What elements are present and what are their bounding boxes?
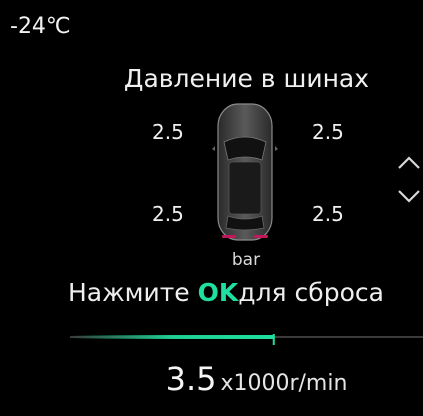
front-left-pressure: 2.5 <box>152 120 184 144</box>
front-right-pressure: 2.5 <box>312 120 344 144</box>
tpms-title: Давление в шинах <box>123 64 370 93</box>
rpm-readout: 3.5 x1000r/min <box>0 360 423 398</box>
chevron-down-icon[interactable] <box>396 186 422 206</box>
rpm-value: 3.5 <box>165 360 217 398</box>
cluster-screen: -24℃ Давление в шинах 2.5 2.5 2.5 2.5 ba… <box>0 0 423 416</box>
tachometer-marker <box>272 334 275 345</box>
rpm-unit: x1000r/min <box>220 371 348 396</box>
rear-right-pressure: 2.5 <box>312 202 344 226</box>
reset-hint-prefix: Нажмите <box>68 278 190 307</box>
tachometer-bar <box>70 334 423 345</box>
rear-left-pressure: 2.5 <box>152 202 184 226</box>
outside-temperature: -24℃ <box>10 14 71 39</box>
chevron-up-icon[interactable] <box>396 153 422 173</box>
car-top-view-icon <box>212 103 278 241</box>
reset-hint: Нажмите OKдля сброса <box>68 278 384 307</box>
tachometer-fill <box>70 335 275 339</box>
ok-key-label: OK <box>197 278 239 307</box>
reset-hint-suffix: для сброса <box>238 278 384 307</box>
pressure-unit: bar <box>231 250 261 270</box>
